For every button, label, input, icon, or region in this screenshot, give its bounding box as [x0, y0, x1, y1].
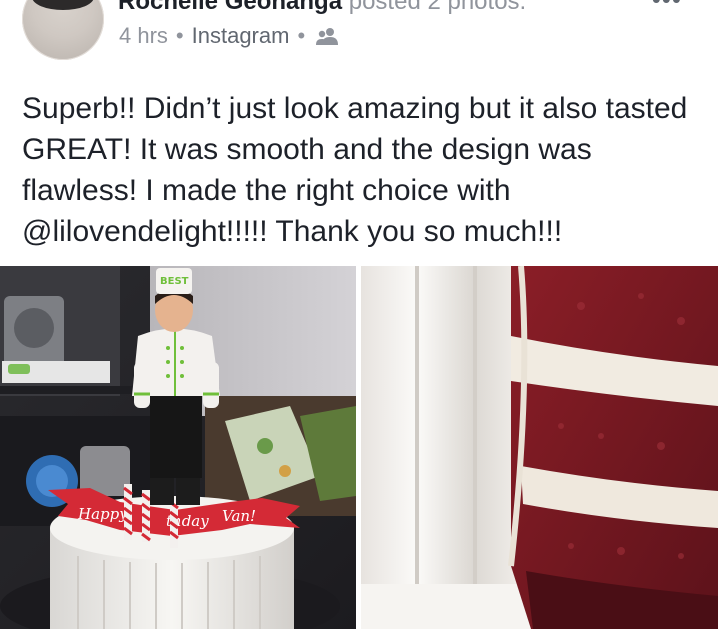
- post-title-line: Rochelle Geonanga posted 2 photos.: [118, 0, 526, 16]
- post-header: Rochelle Geonanga posted 2 photos. ••• 4…: [0, 0, 718, 80]
- post-meta: 4 hrs • Instagram •: [119, 22, 339, 50]
- author-name-link[interactable]: Rochelle Geonanga: [118, 0, 342, 15]
- post-timestamp[interactable]: 4 hrs: [119, 22, 168, 50]
- meta-separator: •: [175, 23, 184, 48]
- more-options-icon[interactable]: •••: [652, 0, 682, 12]
- chef-hat-label: BEST: [160, 276, 189, 287]
- photo-grid: Happy thday Van! BEST: [0, 266, 718, 629]
- red-velvet-slice-photo[interactable]: [361, 266, 718, 629]
- meta-separator: •: [297, 23, 306, 48]
- svg-text:Van!: Van!: [222, 507, 256, 525]
- svg-text:Happy: Happy: [77, 505, 128, 523]
- post-action-text: posted 2 photos.: [348, 0, 527, 15]
- friends-icon[interactable]: [315, 27, 339, 45]
- chef-cake-photo[interactable]: Happy thday Van! BEST: [0, 266, 356, 629]
- avatar[interactable]: [22, 0, 104, 60]
- post-text: Superb!! Didn’t just look amazing but it…: [22, 92, 688, 248]
- post-source-link[interactable]: Instagram: [192, 22, 290, 50]
- avatar-photo: [32, 0, 94, 10]
